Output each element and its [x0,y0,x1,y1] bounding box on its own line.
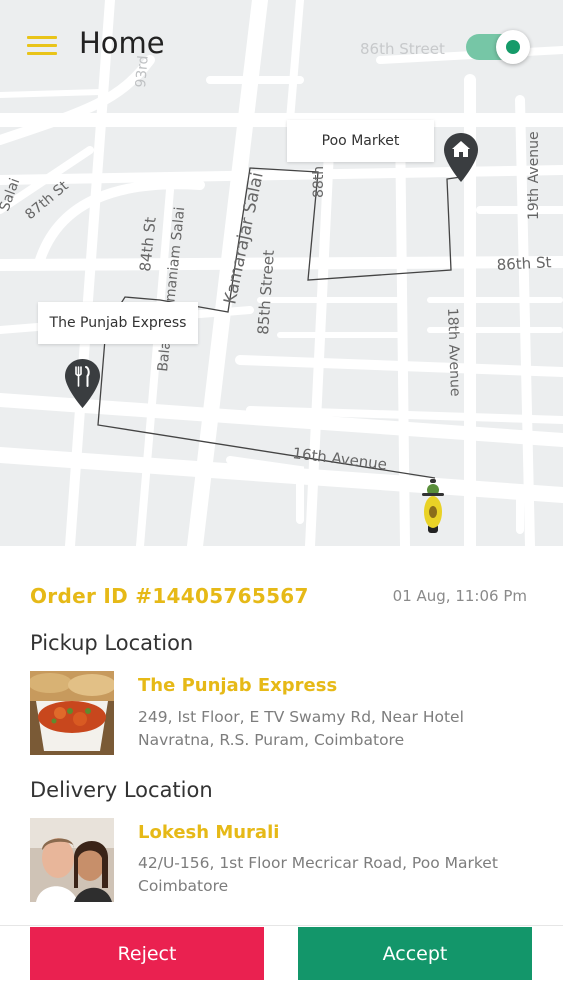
restaurant-address-line2: Navratna, R.S. Puram, Coimbatore [138,731,405,749]
accept-button[interactable]: Accept [298,927,532,980]
street-label-86th-st: 86th St [496,253,552,274]
drop-location-label-text: Poo Market [321,133,400,149]
street-label-18th-avenue: 18th Avenue [444,308,463,397]
restaurant-address-line1: 249, Ist Floor, E TV Swamy Rd, Near Hote… [138,708,464,726]
restaurant-thumbnail [30,671,114,755]
pickup-location-label-text: The Punjab Express [49,315,187,331]
drop-location-label: Poo Market [287,120,434,162]
order-id: Order ID #14405765567 [30,584,309,608]
street-label-19th-avenue: 19th Avenue [526,131,542,220]
online-status-toggle[interactable] [466,30,534,64]
delivery-section-title: Delivery Location [30,778,213,802]
hamburger-menu-icon[interactable] [27,36,57,56]
pickup-location-label: The Punjab Express [38,302,198,344]
toggle-knob [496,30,530,64]
page-title: Home [79,26,165,60]
customer-address-line2: Coimbatore [138,877,229,895]
customer-address-line1: 42/U-156, 1st Floor Mecricar Road, Poo M… [138,854,498,872]
top-bar: Home [0,0,563,90]
restaurant-name: The Punjab Express [138,675,338,696]
customer-name: Lokesh Murali [138,822,280,843]
reject-button[interactable]: Reject [30,927,264,980]
order-timestamp: 01 Aug, 11:06 Pm [392,587,527,605]
pickup-section-title: Pickup Location [30,631,194,655]
street-label-88th: 88th [311,166,327,198]
actions-divider [0,925,563,926]
customer-avatar [30,818,114,902]
